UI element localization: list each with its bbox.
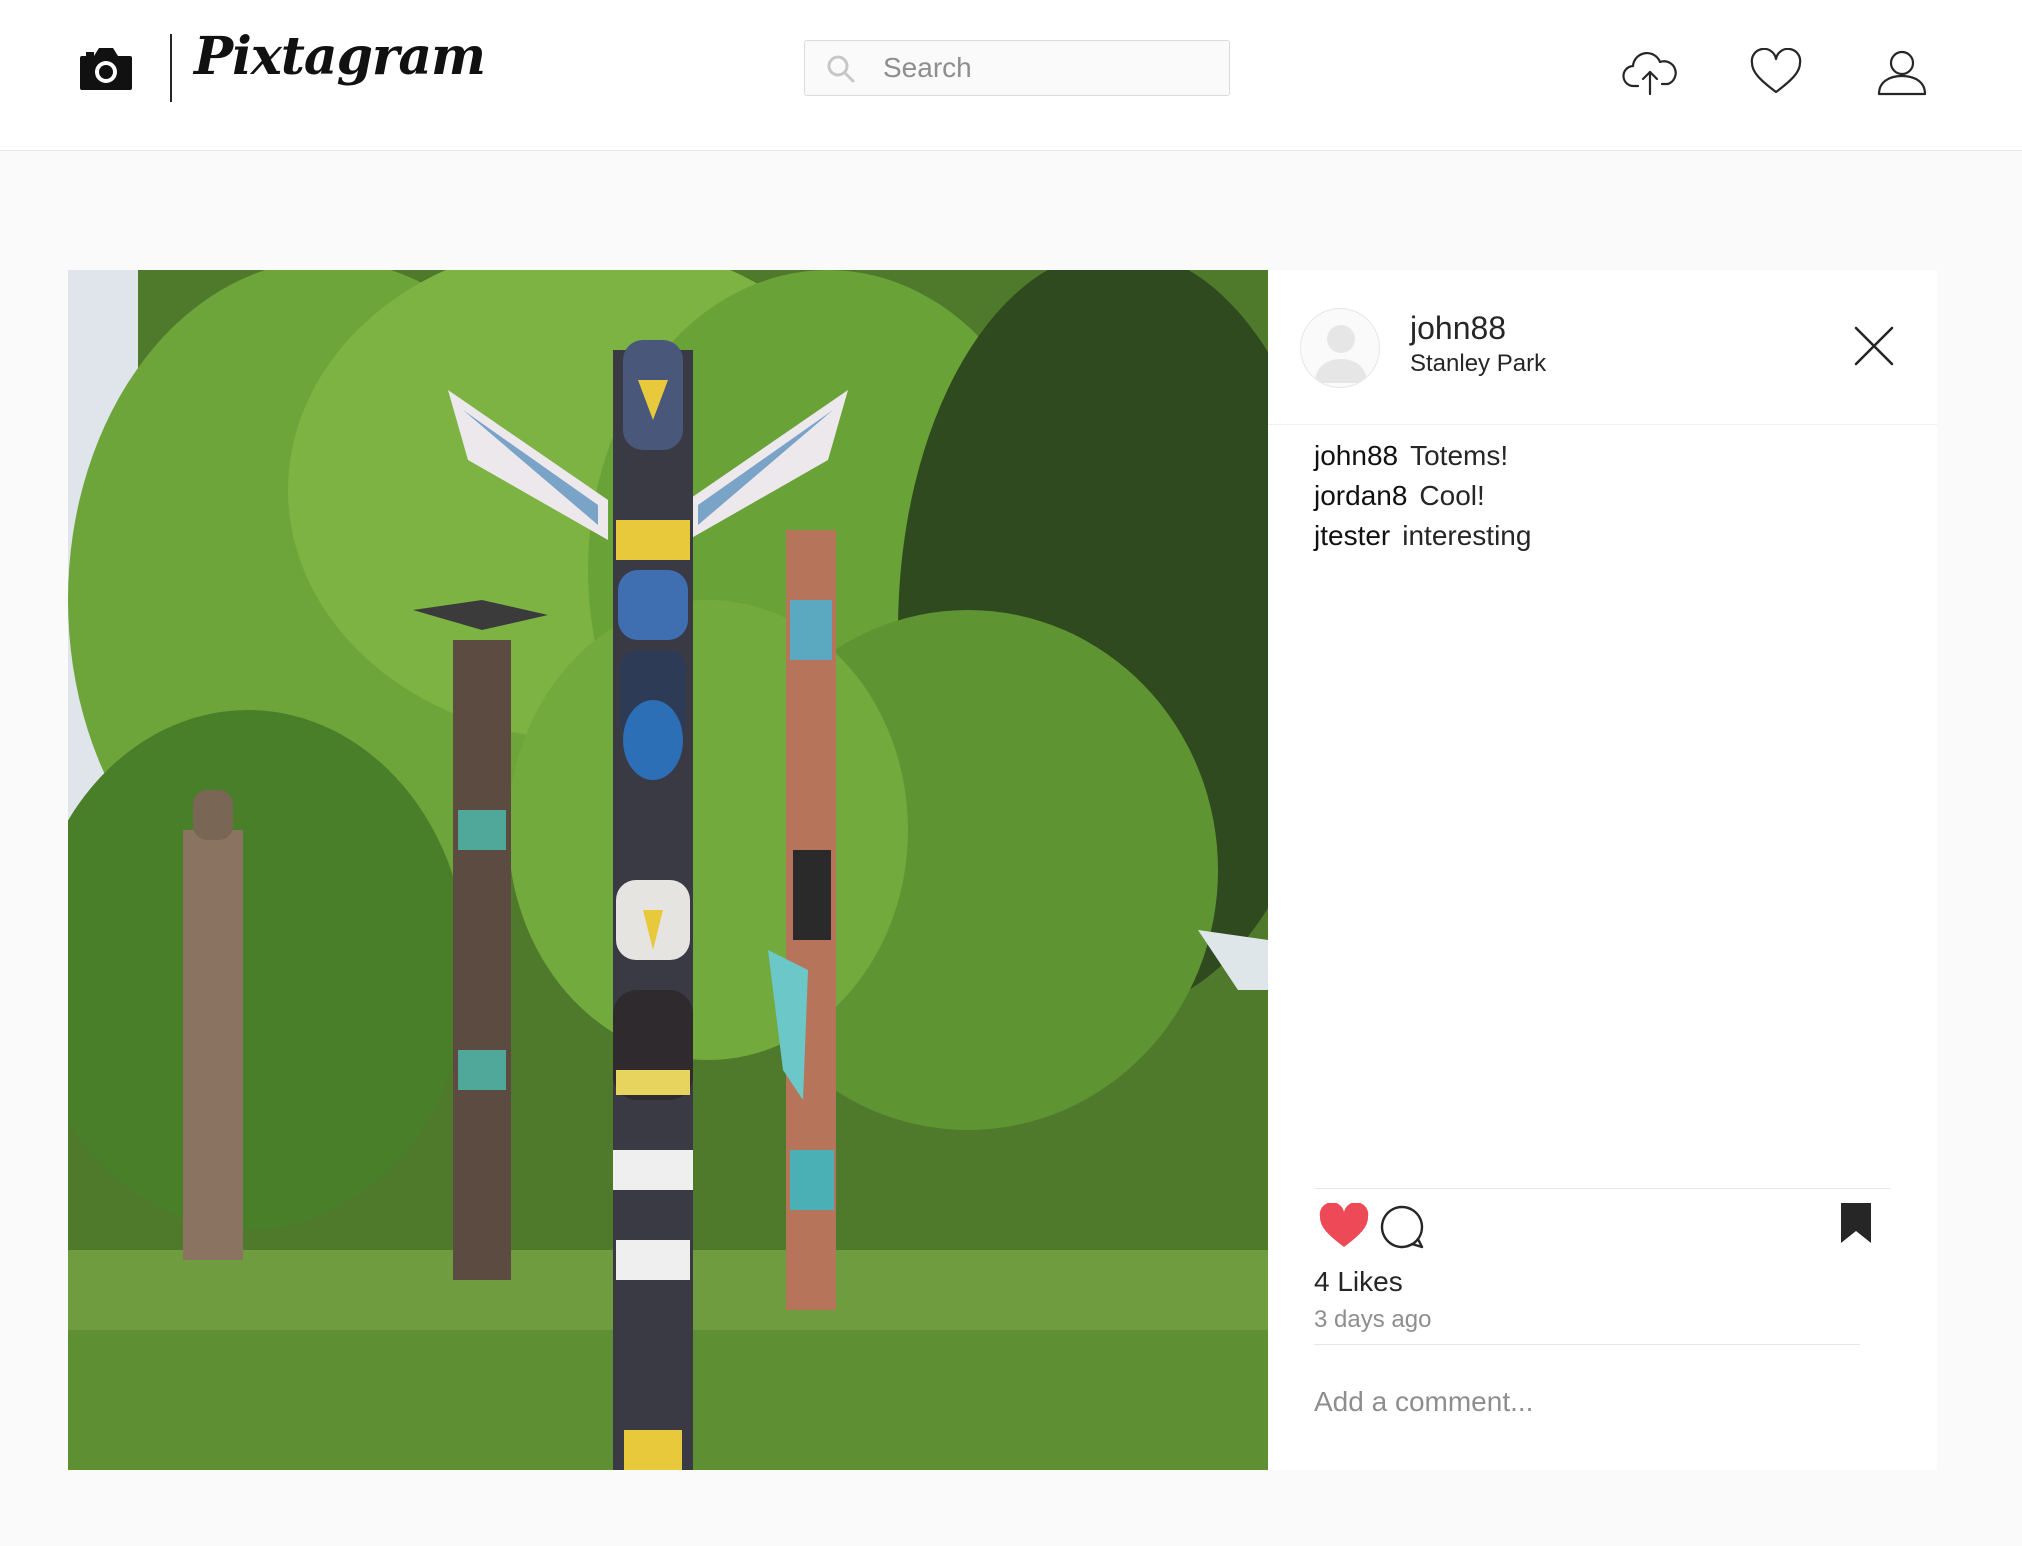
comment-username[interactable]: jtester [1314, 520, 1390, 551]
post-actions-bar [1314, 1188, 1890, 1260]
post-username[interactable]: john88 [1410, 310, 1506, 347]
comment-item: jordan8 Cool! [1314, 476, 1914, 516]
close-icon[interactable] [1852, 324, 1896, 368]
bookmark-filled-icon[interactable] [1838, 1201, 1874, 1245]
post-location[interactable]: Stanley Park [1410, 350, 1546, 378]
search-icon [827, 55, 855, 83]
comment-text: Cool! [1419, 480, 1485, 511]
add-comment-input[interactable] [1314, 1382, 1874, 1422]
post-photo [68, 270, 1268, 1470]
default-avatar-icon [1315, 325, 1367, 383]
heart-filled-icon[interactable] [1318, 1203, 1370, 1249]
top-navigation-bar: Pixtagram [0, 0, 2022, 151]
heart-outline-icon[interactable] [1748, 48, 1804, 98]
camera-icon[interactable] [78, 44, 134, 92]
comment-bubble-icon[interactable] [1378, 1203, 1426, 1251]
post-timestamp: 3 days ago [1314, 1306, 1432, 1333]
post-header: john88 Stanley Park [1268, 270, 1937, 425]
comment-list: john88 Totems! jordan8 Cool! jtester intere… [1314, 436, 1914, 556]
comment-text: Totems! [1410, 440, 1509, 471]
comment-username[interactable]: jordan8 [1314, 480, 1407, 511]
search-input[interactable] [883, 41, 1213, 95]
brand-divider [170, 34, 172, 102]
cloud-upload-icon[interactable] [1622, 48, 1678, 98]
likes-count[interactable]: 4 Likes [1314, 1266, 1403, 1298]
totem-poles-image [68, 270, 1268, 1470]
comment-text: interesting [1402, 520, 1532, 551]
avatar[interactable] [1300, 308, 1380, 388]
user-outline-icon[interactable] [1874, 48, 1930, 98]
search-box[interactable] [804, 40, 1230, 96]
comment-item: john88 Totems! [1314, 436, 1914, 476]
post-details-panel: john88 Stanley Park john88 Totems! jordan… [1268, 270, 1937, 1470]
comment-username[interactable]: john88 [1314, 440, 1398, 471]
brand-logo-text[interactable]: Pixtagram [194, 26, 486, 87]
comment-item: jtester interesting [1314, 516, 1914, 556]
comment-divider [1314, 1344, 1860, 1345]
